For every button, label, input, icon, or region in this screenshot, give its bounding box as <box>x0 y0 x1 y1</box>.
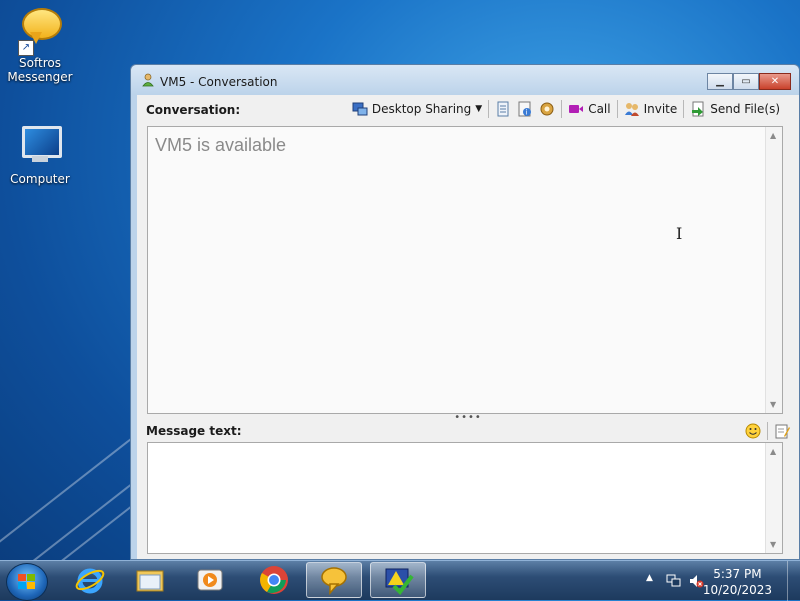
toolbar-separator <box>488 100 490 118</box>
scroll-up-icon[interactable]: ▲ <box>770 131 776 140</box>
scroll-down-icon[interactable]: ▼ <box>770 540 776 549</box>
taskbar-clock[interactable]: 5:37 PM 10/20/2023 <box>703 566 772 598</box>
smiley-icon <box>745 423 761 439</box>
svg-text:i: i <box>526 109 528 117</box>
softros-messenger-icon: ↗ <box>16 6 64 56</box>
file-explorer-icon <box>136 570 164 592</box>
scroll-up-icon[interactable]: ▲ <box>770 447 776 456</box>
invite-users-icon <box>624 103 639 116</box>
send-files-button[interactable]: Send File(s) <box>687 98 783 120</box>
close-icon: ✕ <box>770 76 780 87</box>
minimize-button[interactable]: ▁ <box>707 73 733 90</box>
close-button[interactable]: ✕ <box>759 73 791 90</box>
message-scrollbar[interactable]: ▲ ▼ <box>765 443 782 553</box>
computer-icon <box>16 122 64 170</box>
network-icon[interactable] <box>666 573 682 589</box>
send-file-icon <box>692 101 704 117</box>
clock-date: 10/20/2023 <box>702 583 772 597</box>
shortcut-arrow-icon: ↗ <box>18 40 34 56</box>
minimize-icon: ▁ <box>716 76 724 87</box>
dropdown-arrow-icon: ▼ <box>475 104 483 114</box>
format-button[interactable] <box>771 420 793 442</box>
task-app-icon <box>385 568 414 596</box>
conversation-status: VM5 is available <box>155 135 287 155</box>
conversation-label: Conversation: <box>146 103 241 117</box>
maximize-icon: ▭ <box>741 76 751 87</box>
window-titlebar[interactable]: VM5 - Conversation ▁ ▭ ✕ <box>131 65 799 95</box>
gear-icon <box>540 102 554 116</box>
conversation-window: VM5 - Conversation ▁ ▭ ✕ Conversation: D… <box>130 64 800 560</box>
scroll-down-icon[interactable]: ▼ <box>770 400 776 409</box>
taskbar-media-player[interactable] <box>182 562 238 598</box>
desktop-icon-computer[interactable]: Computer <box>5 122 75 186</box>
show-hidden-icons-button[interactable]: ▲ <box>646 573 653 583</box>
maximize-button[interactable]: ▭ <box>733 73 759 90</box>
invite-label: Invite <box>643 102 678 116</box>
internet-explorer-icon <box>75 568 105 594</box>
desktop-icon-label: Softros Messenger <box>7 56 73 84</box>
taskbar: ▲ 5:37 PM 10/20/2023 <box>0 560 800 601</box>
toolbar-separator <box>616 100 618 118</box>
window-client: Conversation: Desktop Sharing ▼ i Call I… <box>137 95 799 559</box>
emoticon-button[interactable] <box>742 420 764 442</box>
volume-muted-icon[interactable] <box>688 573 704 589</box>
call-button[interactable]: Call <box>565 98 613 120</box>
start-button[interactable] <box>6 563 48 601</box>
user-info-button[interactable]: i <box>514 98 536 120</box>
toolbar-separator <box>561 100 563 118</box>
conversation-history[interactable]: VM5 is available ▲ ▼ <box>147 126 783 414</box>
system-tray: ▲ 5:37 PM 10/20/2023 <box>630 561 800 601</box>
taskbar-softros-messenger[interactable] <box>306 562 362 598</box>
desktop-icon-softros-messenger[interactable]: ↗ Softros Messenger <box>5 6 75 84</box>
conversation-scrollbar[interactable]: ▲ ▼ <box>765 127 782 413</box>
edit-note-icon <box>775 424 790 439</box>
video-camera-icon <box>569 105 584 113</box>
call-label: Call <box>588 102 611 116</box>
desktop-icon-label: Computer <box>10 172 70 186</box>
splitter-grip: •••• <box>454 412 482 423</box>
info-icon: i <box>518 101 532 117</box>
taskbar-internet-explorer[interactable] <box>62 562 118 598</box>
text-cursor-icon: I <box>676 224 683 243</box>
conversation-toolbar: Desktop Sharing ▼ i Call Invite Send Fil… <box>349 98 783 120</box>
invite-button[interactable]: Invite <box>621 98 681 120</box>
history-button[interactable] <box>492 98 514 120</box>
desktop-sharing-button[interactable]: Desktop Sharing ▼ <box>349 98 485 120</box>
message-label: Message text: <box>146 424 242 438</box>
clock-time: 5:37 PM <box>713 567 762 581</box>
pane-splitter[interactable]: •••• <box>137 412 799 423</box>
softros-messenger-icon <box>321 567 347 595</box>
desktop-sharing-label: Desktop Sharing <box>371 102 472 116</box>
user-status-icon <box>142 73 154 87</box>
history-icon <box>497 101 509 117</box>
taskbar-chrome[interactable] <box>246 562 302 598</box>
settings-button[interactable] <box>536 98 558 120</box>
window-title: VM5 - Conversation <box>160 75 278 89</box>
taskbar-file-explorer[interactable] <box>122 562 178 598</box>
chrome-icon <box>260 566 288 594</box>
message-input[interactable]: ▲ ▼ <box>147 442 783 554</box>
desktop-sharing-icon <box>352 102 368 116</box>
media-player-icon <box>197 569 223 591</box>
show-desktop-button[interactable] <box>787 561 800 601</box>
send-files-label: Send File(s) <box>710 102 780 116</box>
toolbar-separator <box>683 100 685 118</box>
windows-logo-icon <box>18 574 35 589</box>
taskbar-task-app[interactable] <box>370 562 426 598</box>
toolbar-separator <box>767 422 768 440</box>
